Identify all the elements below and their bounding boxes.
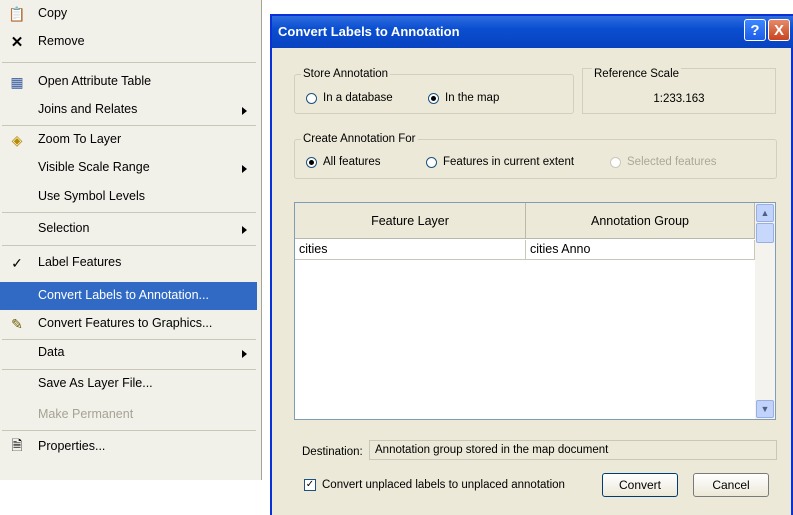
reference-scale-label: Reference Scale [592,68,682,80]
radio-circle-icon [426,156,437,168]
submenu-arrow-icon [242,226,247,234]
radio-current-extent[interactable]: Features in current extent [426,156,574,168]
radio-all-features[interactable]: All features [306,156,381,168]
menu-item-zoom-to-layer[interactable]: ◈ Zoom To Layer [0,126,257,154]
menu-item-label: Use Symbol Levels [38,189,145,203]
menu-item-label: Data [38,345,65,359]
table-cell-feature-layer[interactable]: cities [295,240,526,260]
layer-context-menu: 📋 Copy ✕ Remove ▦ Open Attribute Table J… [0,0,262,480]
column-header-annotation-group[interactable]: Annotation Group [526,203,755,239]
radio-label: In the map [445,92,500,104]
menu-item-joins-and-relates[interactable]: Joins and Relates [0,96,257,124]
table-icon: ▦ [10,73,24,90]
menu-item-label: Convert Features to Graphics... [38,316,213,330]
menu-item-data[interactable]: Data [0,339,257,367]
table-cell-annotation-group[interactable]: cities Anno [526,240,755,260]
convert-unplaced-checkbox[interactable]: ✓ Convert unplaced labels to unplaced an… [304,479,565,491]
convert-labels-dialog: Convert Labels to Annotation ? X Store A… [270,14,793,515]
menu-item-save-as-layer-file[interactable]: Save As Layer File... [0,370,257,398]
layer-table: Feature Layer Annotation Group cities ci… [294,202,776,420]
submenu-arrow-icon [242,350,247,358]
menu-item-label: Zoom To Layer [38,132,122,146]
menu-item-selection[interactable]: Selection [0,215,257,243]
menu-item-copy[interactable]: 📋 Copy [0,0,257,28]
remove-icon: ✕ [10,34,24,51]
menu-item-properties[interactable]: 🗎 Properties... [0,433,257,461]
menu-item-convert-labels-to-annotation[interactable]: Convert Labels to Annotation... [0,282,257,310]
menu-item-label: Copy [38,6,68,20]
destination-label: Destination: [302,446,363,458]
table-scrollbar[interactable]: ▲ ▼ [755,203,775,419]
radio-label: All features [323,156,381,168]
checkbox-label: Convert unplaced labels to unplaced anno… [322,479,565,491]
radio-in-database[interactable]: In a database [306,92,393,104]
dialog-titlebar[interactable]: Convert Labels to Annotation ? X [272,16,793,48]
menu-item-label: Open Attribute Table [38,74,152,88]
menu-item-label-features[interactable]: ✓ Label Features [0,249,257,277]
destination-field: Annotation group stored in the map docum… [369,440,777,460]
menu-item-label: Joins and Relates [38,102,138,116]
radio-selected-features: Selected features [610,156,717,168]
menu-item-label: Label Features [38,255,122,269]
menu-item-convert-features-to-graphics[interactable]: ✎ Convert Features to Graphics... [0,310,257,338]
radio-label: In a database [323,92,393,104]
checkbox-checked-icon: ✓ [304,479,316,491]
menu-item-label: Properties... [38,439,106,453]
zoom-to-layer-icon: ◈ [11,131,23,148]
radio-selected-icon [306,156,317,168]
copy-icon: 📋 [8,5,26,22]
column-header-feature-layer[interactable]: Feature Layer [295,203,526,239]
chevron-up-icon: ▲ [760,208,770,218]
reference-scale-value: 1:233.163 [653,93,705,105]
menu-item-remove[interactable]: ✕ Remove [0,28,257,56]
chevron-down-icon: ▼ [760,404,770,414]
menu-separator [2,430,256,431]
properties-icon: 🗎 [11,437,23,453]
convert-button[interactable]: Convert [602,473,678,497]
convert-graphics-icon: ✎ [11,315,23,332]
menu-item-open-attribute-table[interactable]: ▦ Open Attribute Table [0,68,257,96]
menu-item-label: Visible Scale Range [38,160,150,174]
menu-item-label: Make Permanent [38,407,134,421]
menu-separator [2,245,256,246]
submenu-arrow-icon [242,165,247,173]
radio-circle-icon [610,156,621,168]
submenu-arrow-icon [242,107,247,115]
help-icon: ? [750,21,760,39]
menu-item-visible-scale-range[interactable]: Visible Scale Range [0,154,257,182]
menu-item-label: Selection [38,221,90,235]
menu-item-label: Save As Layer File... [38,376,153,390]
cancel-button[interactable]: Cancel [693,473,769,497]
radio-label: Selected features [627,156,717,168]
menu-item-label: Convert Labels to Annotation... [38,288,209,302]
menu-item-label: Remove [38,34,85,48]
radio-circle-icon [306,92,317,104]
radio-selected-icon [428,92,439,104]
menu-item-use-symbol-levels[interactable]: Use Symbol Levels [0,183,257,211]
create-annotation-legend: Create Annotation For [303,133,416,145]
dialog-title: Convert Labels to Annotation [278,24,460,39]
scroll-thumb[interactable] [756,223,774,243]
radio-in-map[interactable]: In the map [428,92,499,104]
store-annotation-group: Store Annotation [294,68,574,114]
close-button[interactable]: X [768,19,790,41]
close-icon: X [773,21,784,39]
help-button[interactable]: ? [744,19,766,41]
store-annotation-legend: Store Annotation [303,68,389,80]
radio-label: Features in current extent [443,156,575,168]
menu-separator [2,62,256,63]
menu-item-make-permanent: Make Permanent [0,401,257,429]
menu-separator [2,212,256,213]
scroll-up-button[interactable]: ▲ [756,204,774,222]
scroll-down-button[interactable]: ▼ [756,400,774,418]
checkmark-icon: ✓ [11,254,23,271]
